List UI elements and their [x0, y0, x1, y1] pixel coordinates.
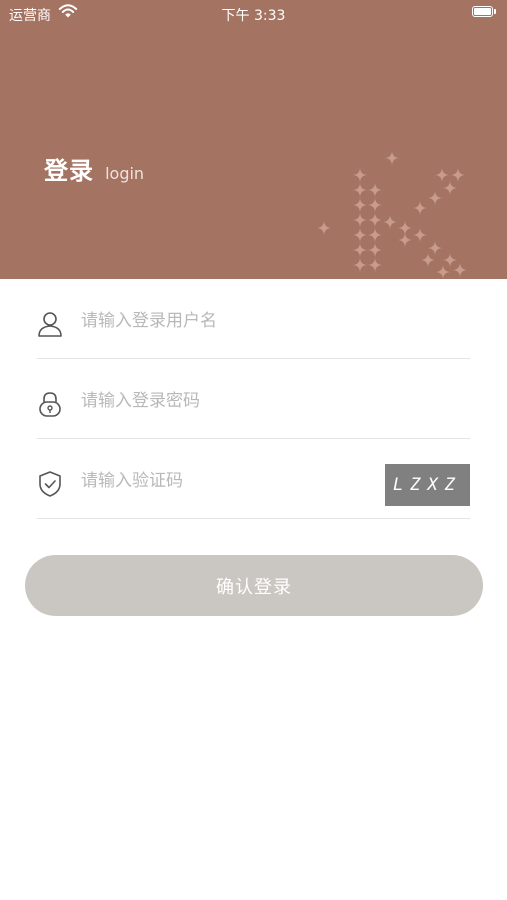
lock-icon — [37, 390, 63, 418]
captcha-input[interactable] — [81, 467, 341, 495]
status-bar: 运营商 下午 3:33 — [0, 0, 507, 28]
clock-time: 下午 3:33 — [221, 8, 286, 24]
page-title: 登录 — [44, 157, 94, 185]
page-subtitle: login — [105, 164, 145, 183]
captcha-image[interactable]: LZXZ — [385, 464, 470, 506]
password-input[interactable] — [81, 387, 381, 415]
password-row — [37, 359, 470, 439]
username-row — [37, 279, 470, 359]
battery-icon — [472, 6, 497, 19]
header-banner: 运营商 下午 3:33 登录 login — [0, 0, 507, 279]
captcha-row: LZXZ — [37, 439, 470, 519]
decorative-k-pattern-icon — [316, 150, 468, 279]
user-icon — [37, 310, 63, 338]
shield-check-icon — [37, 470, 63, 498]
login-button[interactable]: 确认登录 — [25, 555, 483, 616]
username-input[interactable] — [81, 307, 381, 335]
page-heading: 登录 login — [44, 151, 144, 186]
